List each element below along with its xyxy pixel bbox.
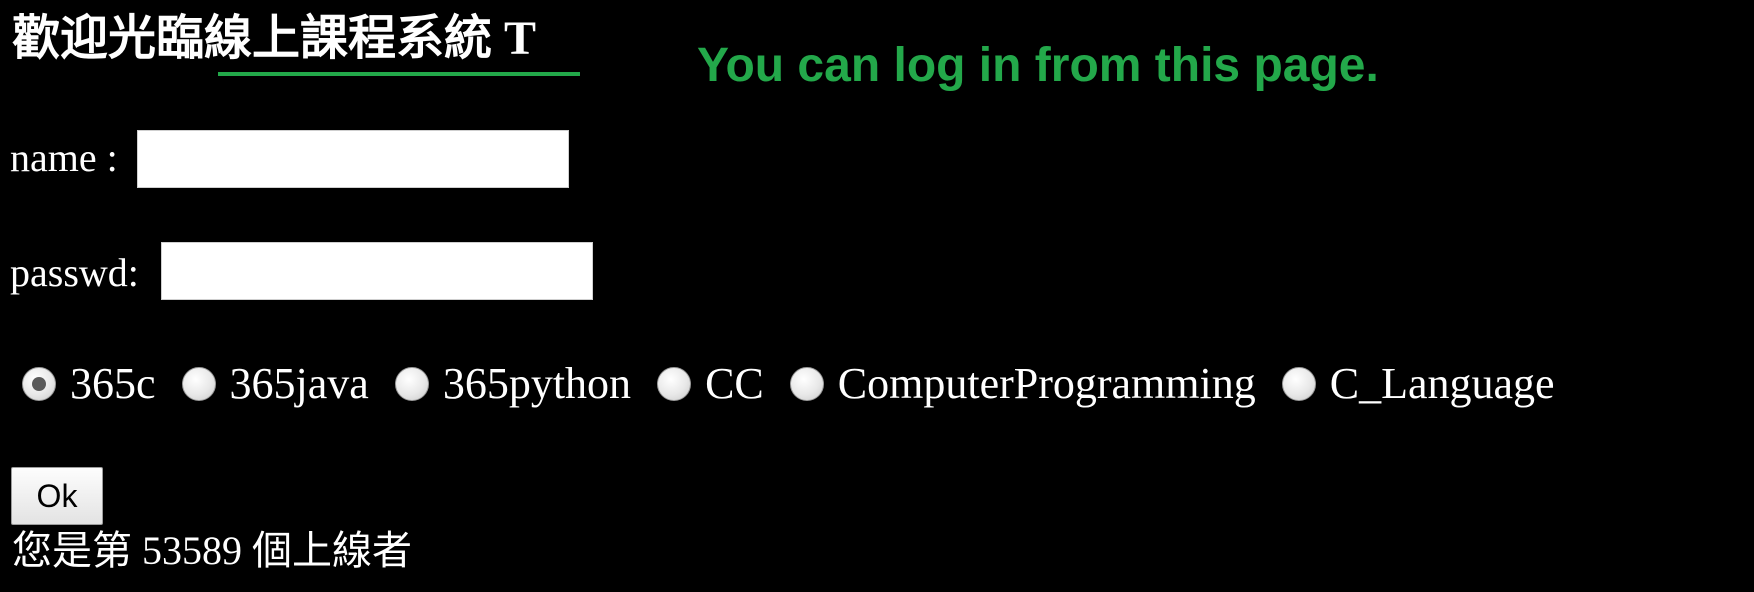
visitor-count: 53589: [142, 528, 242, 573]
ok-button[interactable]: Ok: [11, 467, 103, 525]
radio-button[interactable]: [789, 367, 824, 401]
radio-button[interactable]: [181, 367, 216, 401]
course-radio-group: 365c 365java 365python CC ComputerProgra…: [22, 359, 1581, 409]
radio-button[interactable]: [22, 367, 56, 401]
course-label: 365python: [442, 359, 632, 408]
page-title: 歡迎光臨線上課程系統 T: [12, 12, 537, 65]
course-label: 365c: [70, 359, 156, 408]
course-label: C_Language: [1329, 359, 1555, 408]
passwd-input[interactable]: [161, 242, 593, 300]
visitor-counter: 您是第 53589 個上線者: [12, 529, 412, 573]
course-option-cc[interactable]: CC: [657, 362, 790, 406]
course-option-computerprogramming[interactable]: ComputerProgramming: [789, 359, 1282, 408]
radio-button[interactable]: [1281, 367, 1316, 401]
visitor-suffix: 個上線者: [252, 528, 412, 573]
course-option-365python[interactable]: 365python: [394, 359, 657, 408]
name-input[interactable]: [137, 130, 569, 188]
course-label: ComputerProgramming: [837, 359, 1256, 408]
course-label: CC: [705, 359, 764, 408]
name-label: name :: [10, 135, 118, 180]
course-option-c-language[interactable]: C_Language: [1281, 359, 1581, 408]
radio-button[interactable]: [657, 367, 692, 401]
passwd-label: passwd:: [10, 250, 139, 295]
radio-button[interactable]: [394, 367, 429, 401]
visitor-prefix: 您是第: [12, 528, 132, 573]
course-option-365java[interactable]: 365java: [181, 359, 395, 408]
login-instruction: You can log in from this page.: [697, 39, 1379, 92]
title-underline: [218, 72, 580, 76]
course-label: 365java: [229, 359, 369, 408]
course-option-365c[interactable]: 365c: [22, 362, 182, 406]
